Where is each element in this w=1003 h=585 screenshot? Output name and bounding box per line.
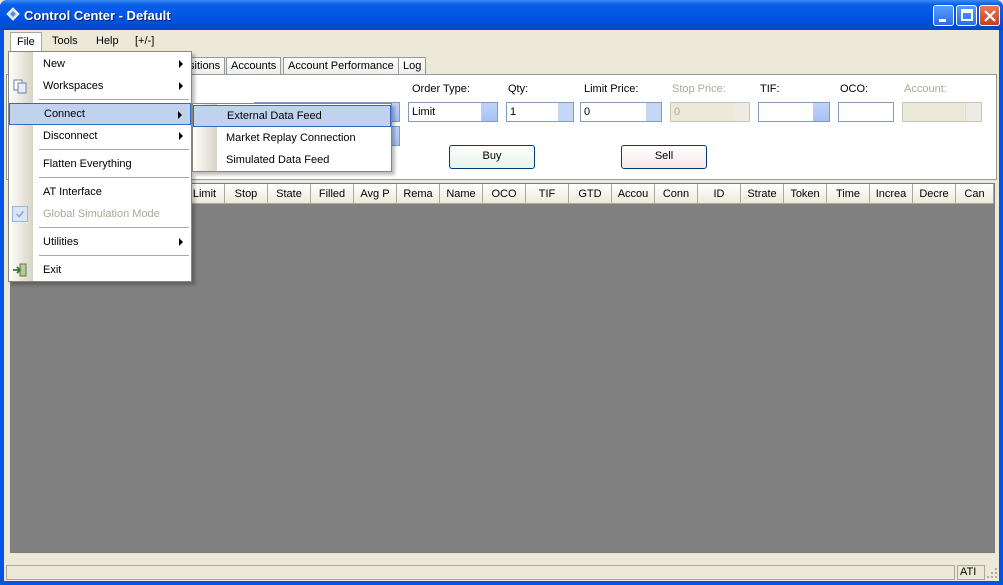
menu-item-label: Exit — [43, 264, 62, 276]
stop-price-label: Stop Price: — [672, 83, 726, 95]
exit-icon — [13, 263, 27, 277]
column-header[interactable]: ID — [698, 184, 741, 204]
menu-item-label: Connect — [44, 108, 85, 120]
limit-price-value: 0 — [584, 106, 591, 118]
menu-file[interactable]: File — [10, 32, 42, 51]
limit-price-label: Limit Price: — [584, 83, 639, 95]
chevron-down-icon[interactable] — [813, 103, 829, 121]
minimize-button[interactable] — [933, 5, 954, 26]
status-pane — [6, 565, 955, 580]
diamond-app-icon — [6, 7, 20, 21]
spinner-icon[interactable] — [646, 103, 661, 121]
menu-item-label: Disconnect — [43, 130, 98, 142]
column-header[interactable]: Conn — [655, 184, 698, 204]
submenu-arrow-icon — [178, 111, 182, 119]
file-menu: New Workspaces Connect Disconnect Flatte… — [8, 51, 192, 282]
submenu-item-external-data-feed[interactable]: External Data Feed — [193, 105, 391, 127]
menu-separator — [39, 177, 189, 178]
order-type-select[interactable]: Limit — [408, 102, 498, 122]
account-label: Account: — [904, 83, 947, 95]
column-header[interactable]: Accou — [612, 184, 655, 204]
check-icon — [12, 206, 28, 222]
column-header[interactable]: Filled — [311, 184, 354, 204]
column-header[interactable]: Rema — [397, 184, 440, 204]
close-button[interactable] — [979, 5, 1000, 26]
account-select — [902, 102, 982, 122]
status-text: ATI — [960, 566, 977, 578]
qty-label: Qty: — [508, 83, 529, 95]
limit-price-stepper[interactable]: 0 — [580, 102, 662, 122]
menu-item-label: New — [43, 58, 66, 70]
menu-item-disconnect[interactable]: Disconnect — [9, 125, 191, 147]
menu-item-workspaces[interactable]: Workspaces — [9, 75, 191, 97]
menu-item-flatten-everything[interactable]: Flatten Everything — [9, 153, 191, 175]
submenu-arrow-icon — [179, 238, 183, 246]
column-header[interactable]: State — [268, 184, 311, 204]
column-header[interactable]: Name — [440, 184, 483, 204]
qty-stepper[interactable]: 1 — [506, 102, 574, 122]
menu-bar: File Tools Help [+/-] — [4, 30, 999, 52]
oco-input[interactable] — [838, 102, 894, 122]
chevron-down-icon[interactable] — [481, 103, 497, 121]
sell-button[interactable]: Sell — [621, 145, 707, 169]
tif-label: TIF: — [760, 83, 780, 95]
qty-value: 1 — [510, 106, 517, 118]
column-header[interactable]: Decre — [913, 184, 956, 204]
chevron-down-icon — [965, 103, 981, 121]
spinner-icon[interactable] — [558, 103, 573, 121]
column-header[interactable]: Strate — [741, 184, 784, 204]
status-bar: ATI — [4, 563, 999, 581]
menu-item-label: AT Interface — [43, 186, 102, 198]
menu-expand-collapse[interactable]: [+/-] — [129, 32, 160, 51]
spinner-icon — [734, 103, 749, 121]
column-header[interactable]: Time — [827, 184, 870, 204]
menu-item-label: Utilities — [43, 236, 79, 248]
column-header[interactable]: TIF — [526, 184, 569, 204]
stop-price-stepper: 0 — [670, 102, 750, 122]
menu-item-connect[interactable]: Connect — [9, 103, 191, 125]
column-header[interactable]: OCO — [483, 184, 526, 204]
tif-select[interactable] — [758, 102, 830, 122]
minimize-icon — [939, 19, 946, 22]
column-header[interactable]: Avg P — [354, 184, 397, 204]
menu-help[interactable]: Help — [90, 32, 125, 51]
connect-submenu: External Data Feed Market Replay Connect… — [192, 103, 392, 172]
stop-price-value: 0 — [674, 106, 681, 118]
column-header[interactable]: Stop — [225, 184, 268, 204]
column-header[interactable]: Increa — [870, 184, 913, 204]
window-title: Control Center - Default — [24, 8, 171, 23]
menu-item-exit[interactable]: Exit — [9, 259, 191, 281]
menu-separator — [39, 99, 189, 100]
oco-label: OCO: — [840, 83, 869, 95]
column-header[interactable]: Token — [784, 184, 827, 204]
column-header[interactable]: GTD — [569, 184, 612, 204]
submenu-arrow-icon — [179, 82, 183, 90]
submenu-item-market-replay-connection[interactable]: Market Replay Connection — [193, 127, 391, 149]
submenu-item-simulated-data-feed[interactable]: Simulated Data Feed — [193, 149, 391, 171]
maximize-icon — [961, 9, 973, 21]
menu-separator — [39, 255, 189, 256]
maximize-button[interactable] — [956, 5, 977, 26]
menu-separator — [39, 149, 189, 150]
order-type-label: Order Type: — [412, 83, 470, 95]
menu-item-global-simulation-mode: Global Simulation Mode — [9, 203, 191, 225]
submenu-arrow-icon — [179, 60, 183, 68]
menu-item-utilities[interactable]: Utilities — [9, 231, 191, 253]
menu-separator — [39, 227, 189, 228]
resize-grip-icon[interactable] — [986, 567, 998, 579]
menu-tools[interactable]: Tools — [46, 32, 84, 51]
order-type-value: Limit — [412, 106, 436, 118]
menu-item-label: Global Simulation Mode — [43, 208, 160, 220]
menu-item-at-interface[interactable]: AT Interface — [9, 181, 191, 203]
menu-item-label: Flatten Everything — [43, 158, 132, 170]
title-bar[interactable]: Control Center - Default — [0, 0, 1003, 30]
copy-icon — [13, 79, 27, 94]
menu-item-label: Workspaces — [43, 80, 104, 92]
menu-item-new[interactable]: New — [9, 53, 191, 75]
submenu-arrow-icon — [179, 132, 183, 140]
buy-button[interactable]: Buy — [449, 145, 535, 169]
close-icon — [984, 10, 996, 22]
column-header[interactable]: Can — [956, 184, 994, 204]
